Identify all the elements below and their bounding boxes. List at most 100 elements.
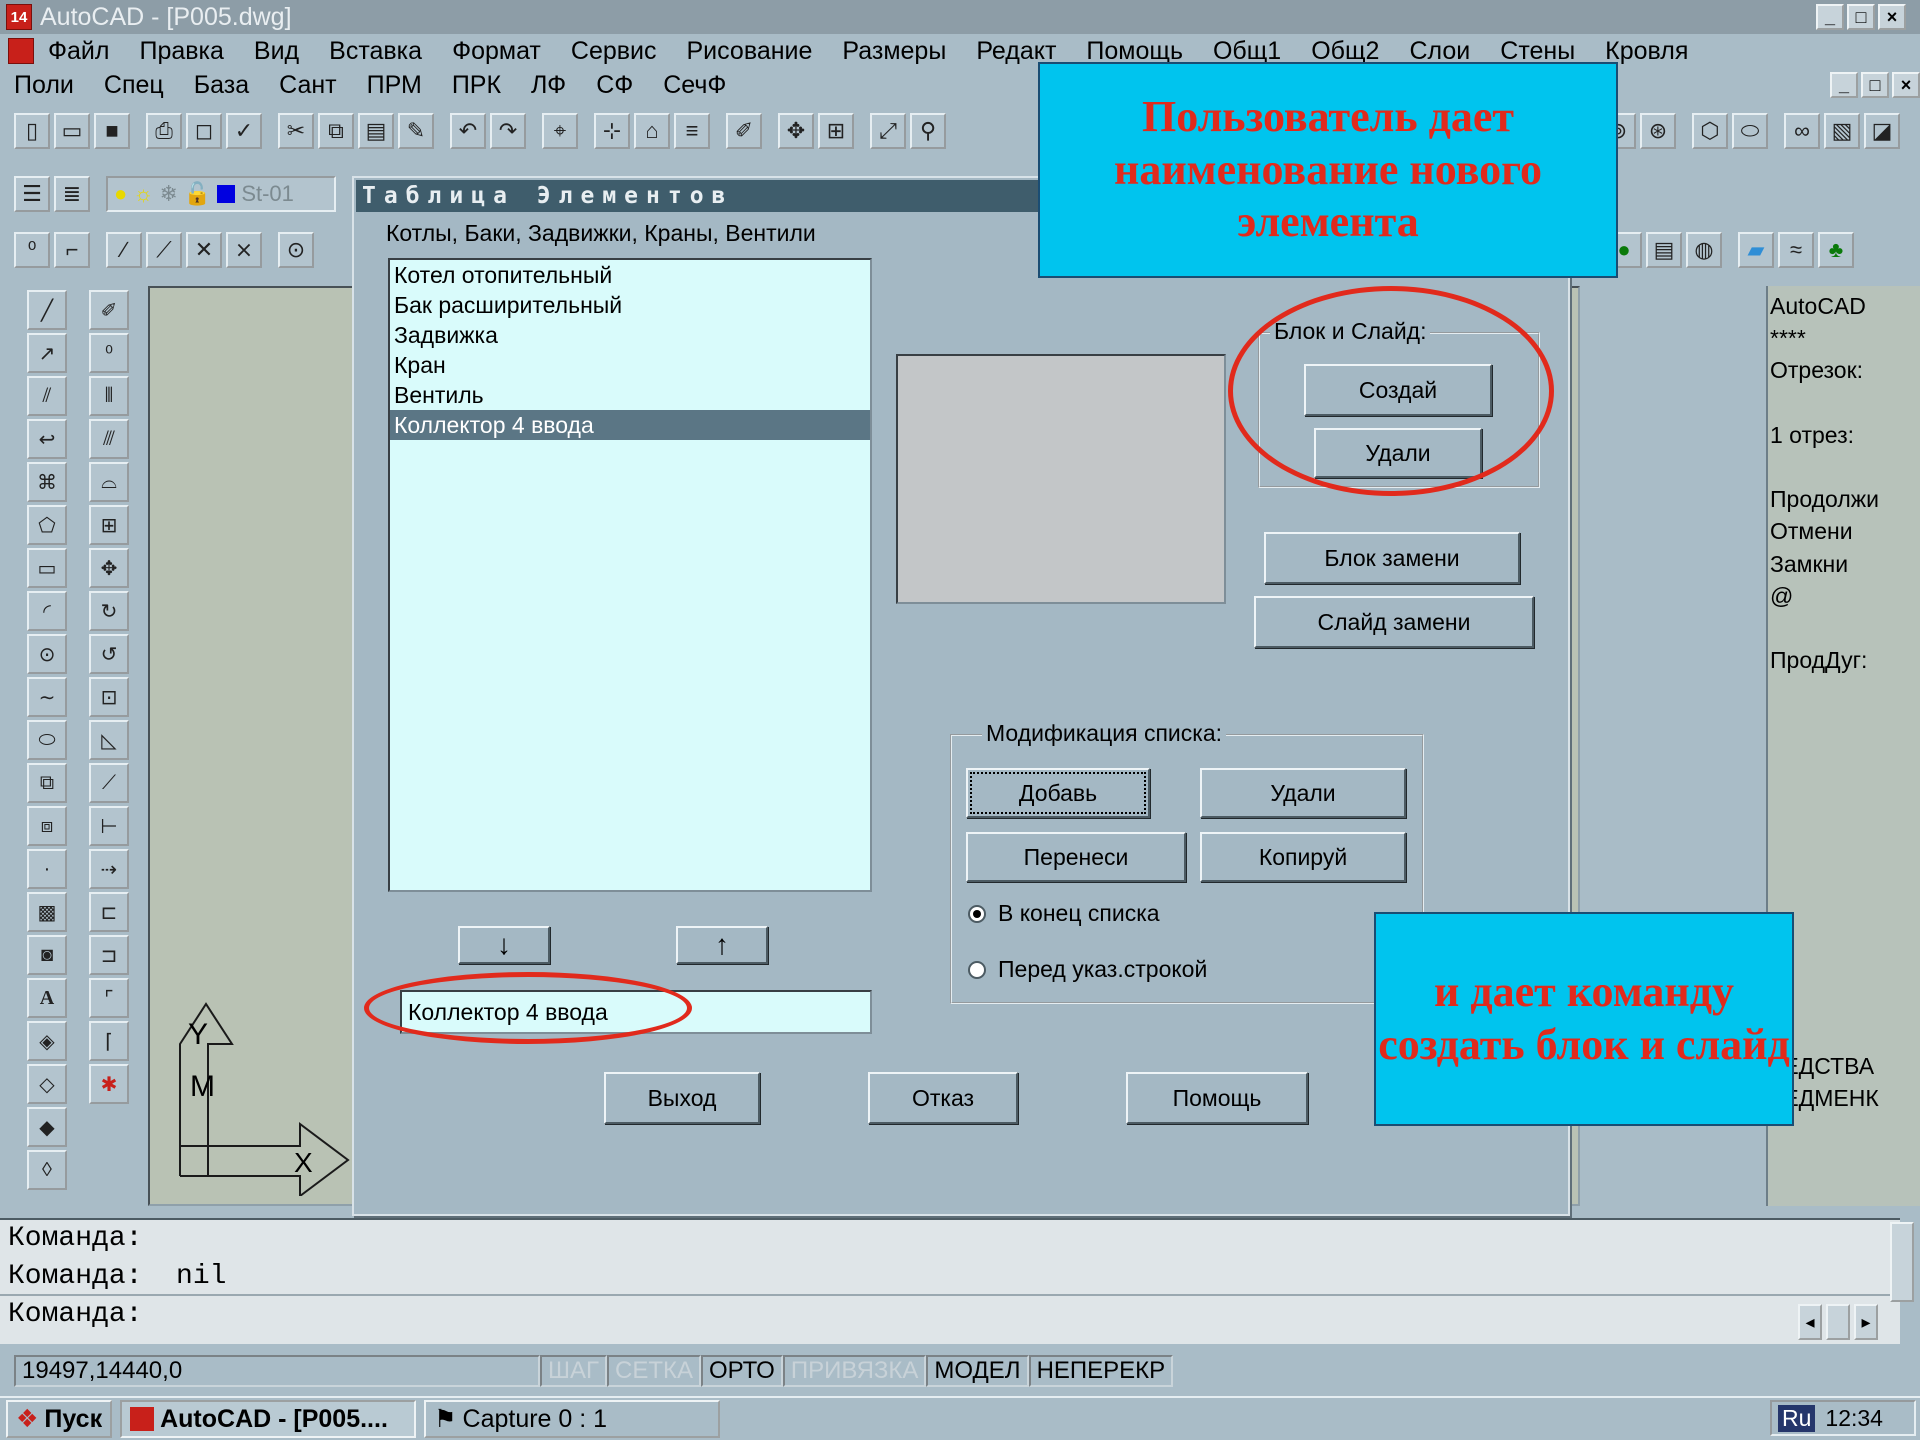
pen-icon[interactable]: ✐: [726, 113, 762, 149]
save-icon[interactable]: ■: [94, 113, 130, 149]
rectangle-icon[interactable]: ▭: [27, 548, 67, 588]
copy-icon[interactable]: ⧉: [318, 113, 354, 149]
rotate-icon[interactable]: ↻: [89, 591, 129, 631]
task-capture[interactable]: ⚑ Capture 0 : 1: [424, 1400, 721, 1438]
ray-icon[interactable]: ↗: [27, 333, 67, 373]
print-icon[interactable]: ⎙: [146, 113, 182, 149]
zoom-icon[interactable]: ⚲: [910, 113, 946, 149]
extend-icon[interactable]: ⊢: [89, 806, 129, 846]
screen-menu-item[interactable]: AutoCAD: [1770, 290, 1918, 322]
erase-icon[interactable]: ✐: [89, 290, 129, 330]
explode-icon[interactable]: ✱: [89, 1064, 129, 1104]
custom-tool-2-icon[interactable]: ◆: [27, 1107, 67, 1147]
new-file-icon[interactable]: ▯: [14, 113, 50, 149]
screen-menu-item[interactable]: ****: [1770, 322, 1918, 354]
add-item-button[interactable]: Добавь: [966, 768, 1150, 818]
object-snap-icon[interactable]: ⊹: [594, 113, 630, 149]
menu-format[interactable]: Формат: [452, 37, 541, 66]
scale-icon[interactable]: ↺: [89, 634, 129, 674]
screen-menu-item[interactable]: @: [1770, 580, 1918, 612]
redo-icon[interactable]: ↷: [490, 113, 526, 149]
menu-sf[interactable]: СФ: [596, 71, 633, 100]
move-icon[interactable]: ✥: [89, 548, 129, 588]
menu-spec[interactable]: Спец: [104, 71, 164, 100]
make-block-icon[interactable]: ⧈: [27, 806, 67, 846]
status-snap[interactable]: ШАГ: [540, 1355, 607, 1387]
cancel-button[interactable]: Отказ: [868, 1072, 1018, 1124]
autocad-app-icon[interactable]: 14: [6, 4, 32, 30]
fog-icon[interactable]: ≈: [1778, 232, 1814, 268]
minimize-button[interactable]: _: [1816, 4, 1844, 30]
undo-icon[interactable]: ↶: [450, 113, 486, 149]
radio-end-of-list[interactable]: В конец списка: [968, 900, 1160, 927]
join-icon[interactable]: ⊐: [89, 935, 129, 975]
tracking-icon[interactable]: ≡: [674, 113, 710, 149]
move-up-button[interactable]: ↑: [676, 926, 768, 964]
status-osnap[interactable]: ПРИВЯЗКА: [782, 1355, 927, 1387]
coordinates-display[interactable]: 19497,14440,0: [14, 1355, 540, 1387]
help-button[interactable]: Помощь: [1126, 1072, 1308, 1124]
open-folder-icon[interactable]: ▭: [54, 113, 90, 149]
menu-prm[interactable]: ПРМ: [367, 71, 422, 100]
layers-icon[interactable]: ☰: [14, 176, 50, 212]
menu-baza[interactable]: База: [194, 71, 249, 100]
radio-before-row[interactable]: Перед указ.строкой: [968, 956, 1207, 983]
status-ortho[interactable]: ОРТО: [701, 1355, 783, 1387]
3d-polyline-icon[interactable]: ⌘: [27, 462, 67, 502]
light-list-icon[interactable]: ▤: [1646, 232, 1682, 268]
snap-perpendicular-icon[interactable]: ⟋: [146, 232, 182, 268]
zoom-realtime-icon[interactable]: ⤢: [870, 113, 906, 149]
zoom-window-icon[interactable]: ⊞: [818, 113, 854, 149]
background-icon[interactable]: ▰: [1738, 232, 1774, 268]
snap-center-icon[interactable]: ⊙: [278, 232, 314, 268]
chamfer-icon[interactable]: ⌜: [89, 978, 129, 1018]
snap-intersection-icon[interactable]: ✕: [186, 232, 222, 268]
status-grid[interactable]: СЕТКА: [607, 1355, 701, 1387]
move-item-button[interactable]: Перенеси: [966, 832, 1186, 882]
offset-icon[interactable]: ⫻: [89, 419, 129, 459]
arc-icon[interactable]: ◜: [27, 591, 67, 631]
polyline-icon[interactable]: ↩: [27, 419, 67, 459]
screen-menu-item[interactable]: 1 отрез:: [1770, 419, 1918, 451]
line-icon[interactable]: ╱: [27, 290, 67, 330]
command-scrollbar[interactable]: [1890, 1222, 1914, 1302]
match-properties-icon[interactable]: ✎: [398, 113, 434, 149]
doc-close-button[interactable]: ×: [1892, 72, 1920, 98]
text-icon[interactable]: A: [27, 978, 67, 1018]
menu-insert[interactable]: Вставка: [329, 37, 422, 66]
pan-icon[interactable]: ✥: [778, 113, 814, 149]
menu-poli[interactable]: Поли: [14, 71, 74, 100]
command-prompt[interactable]: Команда:: [0, 1296, 1900, 1334]
break-point-icon[interactable]: ⊏: [89, 892, 129, 932]
replace-slide-button[interactable]: Слайд замени: [1254, 596, 1534, 648]
list-item[interactable]: Вентиль: [390, 380, 870, 410]
move-down-button[interactable]: ↓: [458, 926, 550, 964]
grid-array-icon[interactable]: ⊞: [89, 505, 129, 545]
snap-from-icon[interactable]: ⁰: [14, 232, 50, 268]
fillet-icon[interactable]: ⌈: [89, 1021, 129, 1061]
array-icon[interactable]: ⌓: [89, 462, 129, 502]
maximize-button[interactable]: □: [1847, 4, 1875, 30]
copy-item-button[interactable]: Копируй: [1200, 832, 1406, 882]
insert-block-icon[interactable]: ⧉: [27, 763, 67, 803]
command-line-window[interactable]: Команда: Команда: nil Команда:: [0, 1218, 1900, 1344]
menu-sechf[interactable]: СечФ: [663, 71, 726, 100]
screen-menu-item[interactable]: Замкни: [1770, 548, 1918, 580]
doc-maximize-button[interactable]: □: [1861, 72, 1889, 98]
spellcheck-icon[interactable]: ✓: [226, 113, 262, 149]
scroll-thumb[interactable]: [1826, 1304, 1850, 1340]
list-item[interactable]: Котел отопительный: [390, 260, 870, 290]
make-layer-current-icon[interactable]: ≣: [54, 176, 90, 212]
document-icon[interactable]: [8, 38, 34, 64]
lights-icon[interactable]: ◪: [1864, 113, 1900, 149]
menu-draw[interactable]: Рисование: [687, 37, 813, 66]
screen-menu-item[interactable]: ПродДуг:: [1770, 644, 1918, 676]
orbit-icon[interactable]: ⬭: [1732, 113, 1768, 149]
delete-item-button[interactable]: Удали: [1200, 768, 1406, 818]
doc-minimize-button[interactable]: _: [1830, 72, 1858, 98]
multiline-icon[interactable]: ⫽: [27, 376, 67, 416]
circle-icon[interactable]: ⊙: [27, 634, 67, 674]
ellipse-icon[interactable]: ⬭: [27, 720, 67, 760]
status-model[interactable]: МОДЕЛ: [926, 1355, 1029, 1387]
screen-menu-item[interactable]: Отрезок:: [1770, 354, 1918, 386]
